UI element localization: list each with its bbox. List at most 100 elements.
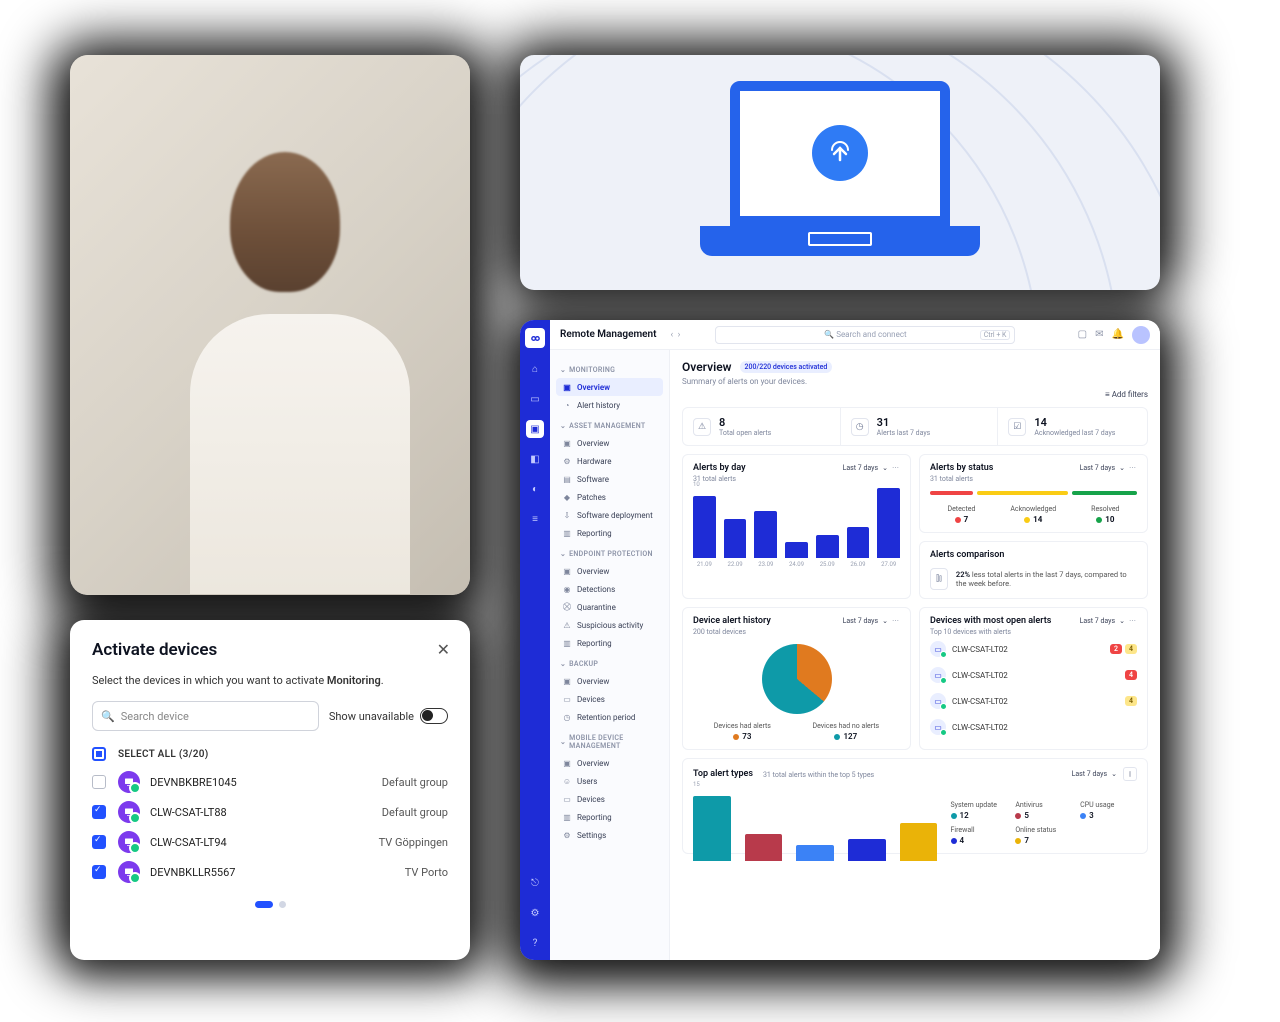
stats-row: ⚠8Total open alerts◷31Alerts last 7 days… (682, 407, 1148, 446)
chevron-down-icon: ⌄ (560, 366, 566, 374)
sidebar-item[interactable]: ▣Overview (556, 378, 663, 396)
top-alert-types-chart (693, 796, 937, 861)
sidebar-item[interactable]: ▣Overview (556, 562, 663, 580)
sidebar-item[interactable]: ☺Users (556, 772, 663, 790)
chart-bar (693, 496, 716, 558)
device-row[interactable]: CLW-CSAT-LT88 Default group (92, 801, 448, 823)
chevron-down-icon: ⌄ (560, 550, 566, 558)
stat-label: Acknowledged last 7 days (1034, 429, 1115, 437)
select-all-checkbox[interactable]: SELECT ALL (3/20) (92, 747, 448, 761)
filter-icon[interactable]: ⫾ (1123, 767, 1137, 781)
rail-devices-icon[interactable]: ▭ (526, 390, 544, 408)
stat-value: 8 (719, 416, 771, 429)
sidebar-item-icon: ⚙ (562, 830, 572, 840)
more-icon[interactable]: ⋯ (1129, 617, 1137, 625)
range-dropdown[interactable]: Last 7 days ⌄ ⋯ (1080, 617, 1137, 625)
sidebar-item[interactable]: ▭Devices (556, 690, 663, 708)
close-icon[interactable]: ✕ (437, 640, 450, 659)
bell-icon[interactable]: 🔔 (1112, 329, 1124, 340)
laptop-screen (730, 81, 950, 226)
brand-icon[interactable] (525, 328, 545, 348)
alert-count-badge: 4 (1125, 644, 1137, 654)
alert-count-badge: 4 (1125, 670, 1137, 680)
legend-item: Devices had alerts73 (714, 722, 771, 741)
sidebar-item[interactable]: ▥Reporting (556, 808, 663, 826)
sidebar-item[interactable]: ⚙Hardware (556, 452, 663, 470)
sidebar-item[interactable]: ▥Reporting (556, 524, 663, 542)
checkbox[interactable] (92, 835, 106, 849)
sidebar-item[interactable]: ▥Reporting (556, 634, 663, 652)
range-dropdown[interactable]: Last 7 days ⌄ ⋯ (843, 464, 900, 472)
legend-item: Acknowledged14 (1010, 505, 1056, 524)
sidebar-item-label: Patches (577, 493, 606, 502)
more-icon[interactable]: ⋯ (1129, 464, 1137, 472)
inbox-icon[interactable]: ▢ (1078, 329, 1087, 340)
sidebar-item[interactable]: ⚙Settings (556, 826, 663, 844)
range-dropdown[interactable]: Last 7 days ⌄ ⋯ (1080, 464, 1137, 472)
device-group: Default group (382, 806, 448, 819)
device-icon (118, 801, 140, 823)
sidebar-section-header[interactable]: ⌄ ASSET MANAGEMENT (560, 422, 659, 430)
rail-settings-icon[interactable]: ⚙ (526, 904, 544, 922)
device-group: TV Porto (405, 866, 448, 879)
device-alert-row[interactable]: ▭CLW-CSAT-LT024 (930, 688, 1137, 714)
sidebar-item[interactable]: ▣Overview (556, 672, 663, 690)
nav-back-forward[interactable]: ‹ › (670, 330, 680, 340)
device-name: CLW-CSAT-LT02 (952, 645, 1008, 654)
show-unavailable-toggle-label: Show unavailable (329, 708, 448, 724)
sidebar-item[interactable]: ▣Overview (556, 434, 663, 452)
sidebar-item-icon: ⚠ (562, 620, 572, 630)
sidebar-item[interactable]: ⛒Quarantine (556, 598, 663, 616)
device-row[interactable]: CLW-CSAT-LT94 TV Göppingen (92, 831, 448, 853)
more-icon[interactable]: ⋯ (892, 464, 900, 472)
sidebar-item[interactable]: ⚠ Suspicious activity (556, 616, 663, 634)
sidebar-item[interactable]: ▭Devices (556, 790, 663, 808)
chat-icon[interactable]: ✉ (1095, 329, 1103, 340)
show-unavailable-toggle[interactable] (420, 708, 448, 724)
sidebar-item[interactable]: ◉Detections (556, 580, 663, 598)
sidebar-section-header[interactable]: ⌄ MOBILE DEVICE MANAGEMENT (560, 734, 659, 750)
legend-item: Online status7 (1015, 826, 1072, 845)
sidebar-item[interactable]: ◷Retention period (556, 708, 663, 726)
rail-reports-icon[interactable]: ≡ (526, 510, 544, 528)
rail-home-icon[interactable]: ⌂ (526, 360, 544, 378)
rail-monitor-icon[interactable]: ▣ (526, 420, 544, 438)
rail-support-icon[interactable]: ◐ (526, 480, 544, 498)
range-dropdown[interactable]: Last 7 days ⌄ ⋯ (843, 617, 900, 625)
chevron-down-icon: ⌄ (1111, 770, 1117, 778)
chevron-down-icon: ⌄ (560, 738, 566, 746)
range-dropdown[interactable]: Last 7 days ⌄ (1072, 770, 1117, 778)
search-device-input[interactable]: 🔍 Search device (92, 701, 319, 731)
sidebar-section-header[interactable]: ⌄ MONITORING (560, 366, 659, 374)
avatar[interactable] (1132, 326, 1150, 344)
sidebar-item[interactable]: ▤Software (556, 470, 663, 488)
chart-bar (877, 488, 900, 558)
rail-link-icon[interactable]: ⎋ (526, 874, 544, 892)
device-alert-row[interactable]: ▭CLW-CSAT-LT0224 (930, 636, 1137, 662)
rail-sessions-icon[interactable]: ◧ (526, 450, 544, 468)
sidebar-section-header[interactable]: ⌄ BACKUP (560, 660, 659, 668)
checkbox[interactable] (92, 805, 106, 819)
checkbox[interactable] (92, 775, 106, 789)
device-row[interactable]: DEVNBKLLR5567 TV Porto (92, 861, 448, 883)
keyboard-shortcut-badge: Ctrl + K (980, 330, 1011, 340)
rail-help-icon[interactable]: ? (526, 934, 544, 952)
checkbox[interactable] (92, 865, 106, 879)
device-row[interactable]: DEVNBKBRE1045 Default group (92, 771, 448, 793)
sidebar-item[interactable]: ▣Overview (556, 754, 663, 772)
add-filters-button[interactable]: ≡ Add filters (682, 390, 1148, 399)
more-icon[interactable]: ⋯ (892, 617, 900, 625)
pagination-dots[interactable] (92, 901, 448, 908)
sidebar-item[interactable]: ⇩Software deployment (556, 506, 663, 524)
sidebar-item[interactable]: ◔Alert history (556, 396, 663, 414)
search-icon: 🔍 (101, 710, 115, 723)
sidebar-item[interactable]: ◆Patches (556, 488, 663, 506)
most-open-alerts-card: Devices with most open alerts Last 7 day… (919, 607, 1148, 750)
sidebar-section-header[interactable]: ⌄ ENDPOINT PROTECTION (560, 550, 659, 558)
sidebar-item-icon: ⛒ (562, 602, 572, 612)
device-alert-row[interactable]: ▭CLW-CSAT-LT024 (930, 662, 1137, 688)
global-search-input[interactable]: 🔍 Search and connect Ctrl + K (715, 326, 1015, 344)
device-alert-row[interactable]: ▭CLW-CSAT-LT02 (930, 714, 1137, 740)
sidebar-item-label: Suspicious activity (577, 621, 643, 630)
sidebar-item-label: Reporting (577, 813, 612, 822)
